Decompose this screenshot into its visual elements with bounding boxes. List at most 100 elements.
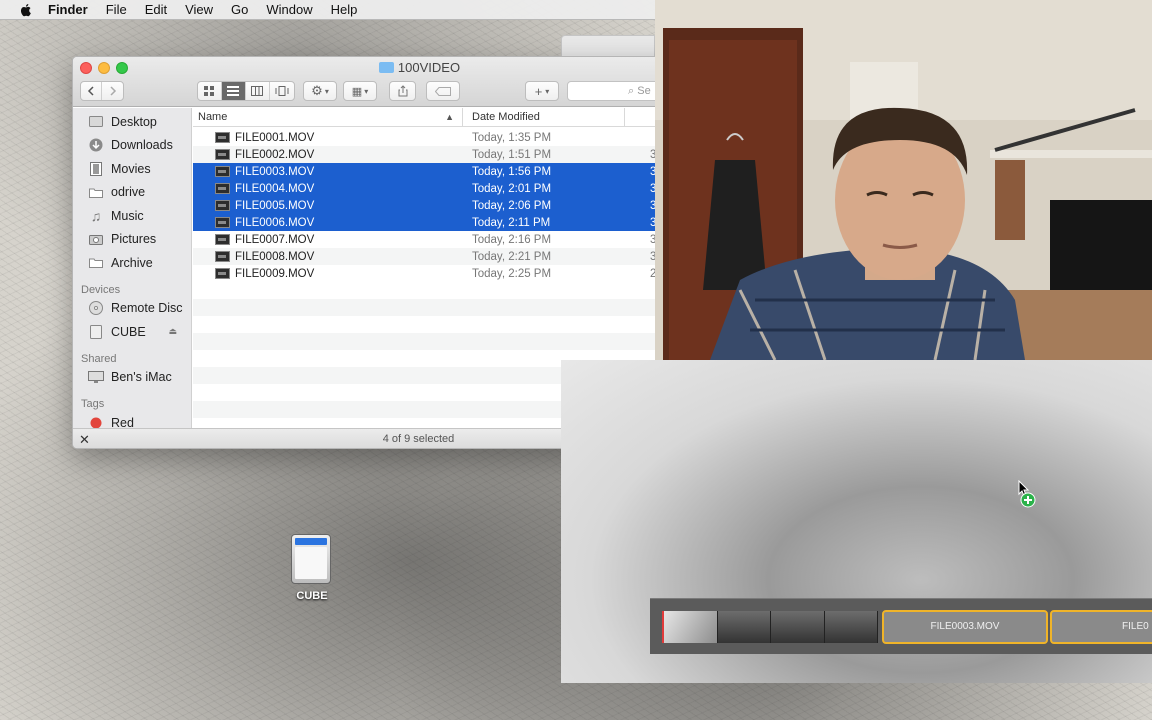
menu-finder[interactable]: Finder [48, 2, 88, 17]
file-date: Today, 2:11 PM [472, 216, 551, 229]
sd-card-icon [291, 534, 331, 584]
sidebar-item-label: Ben's iMac [111, 370, 172, 385]
chevron-right-icon [109, 86, 116, 96]
menu-help[interactable]: Help [331, 2, 358, 17]
column-header-name-label: Name [198, 111, 228, 123]
file-name: FILE0005.MOV [235, 199, 315, 212]
file-size: 3 [650, 216, 657, 229]
file-date: Today, 1:56 PM [472, 165, 552, 178]
timeline-clip[interactable]: FILE0 [1050, 610, 1152, 644]
downloads-icon [88, 138, 104, 152]
movie-file-icon [215, 149, 230, 160]
action-menu-button[interactable]: ⚙ ▾ [303, 81, 337, 101]
sidebar-header-tags[interactable]: Tags [73, 392, 191, 411]
clip-thumbnail [771, 611, 825, 643]
search-placeholder: Se [637, 85, 651, 97]
column-header-name[interactable]: Name ▲ [193, 108, 463, 126]
columns-icon [251, 86, 264, 96]
list-view-button[interactable] [221, 82, 247, 100]
new-item-button[interactable]: + ▾ [525, 81, 559, 101]
chevron-down-icon: ▾ [324, 86, 329, 96]
tag-icon [435, 86, 451, 96]
cover-flow-icon [275, 86, 289, 96]
file-date: Today, 2:25 PM [472, 267, 552, 280]
sidebar-item-tag-red[interactable]: Red [73, 411, 191, 428]
sidebar-item-odrive[interactable]: odrive [73, 181, 191, 205]
clip-thumbnails[interactable] [662, 611, 878, 643]
file-date: Today, 2:06 PM [472, 199, 552, 212]
eject-icon[interactable]: ⏏ [168, 326, 177, 337]
red-tag-dot-icon [88, 416, 104, 428]
column-header-date[interactable]: Date Modified [463, 108, 625, 126]
file-name: FILE0006.MOV [235, 216, 315, 229]
gear-icon: ⚙ [311, 83, 323, 98]
sidebar-item-cube[interactable]: CUBE ⏏ [73, 320, 191, 344]
close-icon[interactable]: ✕ [79, 429, 90, 448]
file-name-cell: FILE0002.MOV [193, 149, 463, 161]
music-icon: ♫ [90, 207, 102, 224]
sort-ascending-icon: ▲ [445, 112, 454, 122]
file-size: 2 [650, 267, 657, 280]
sidebar-item-label: Red [111, 415, 134, 428]
sidebar-header-devices[interactable]: Devices [73, 278, 191, 297]
search-icon: ⌕ [628, 85, 635, 97]
menu-window[interactable]: Window [266, 2, 312, 17]
column-view-button[interactable] [246, 82, 270, 100]
file-name: FILE0009.MOV [235, 267, 315, 280]
sidebar-header-shared[interactable]: Shared [73, 347, 191, 366]
file-date: Today, 1:35 PM [472, 131, 552, 144]
file-name-cell: FILE0008.MOV [193, 251, 463, 263]
file-date: Today, 2:16 PM [472, 233, 552, 246]
sidebar-item-archive[interactable]: Archive [73, 251, 191, 275]
icon-view-button[interactable] [198, 82, 222, 100]
sidebar-item-label: Music [111, 208, 144, 223]
share-button[interactable] [389, 81, 416, 101]
share-icon [398, 85, 407, 97]
sidebar-item-bens-imac[interactable]: Ben's iMac [73, 366, 191, 390]
movie-file-icon [215, 132, 230, 143]
sidebar-item-desktop[interactable]: Desktop [73, 110, 191, 134]
movie-file-icon [215, 200, 230, 211]
file-name-cell: FILE0004.MOV [193, 183, 463, 195]
sidebar-item-movies[interactable]: Movies [73, 157, 191, 181]
sidebar-item-label: Archive [111, 255, 153, 270]
file-size: 3 [650, 199, 657, 212]
desktop-volume-cube[interactable]: CUBE [288, 534, 336, 602]
back-button[interactable] [81, 82, 103, 100]
movie-file-icon [215, 251, 230, 262]
file-size: 3 [650, 250, 657, 263]
cover-flow-button[interactable] [270, 82, 294, 100]
movie-file-icon [215, 234, 230, 245]
sidebar-item-downloads[interactable]: Downloads [73, 134, 191, 158]
sidebar-item-label: Downloads [111, 138, 173, 153]
forward-button[interactable] [102, 82, 123, 100]
menu-view[interactable]: View [185, 2, 213, 17]
menu-go[interactable]: Go [231, 2, 248, 17]
file-name-cell: FILE0003.MOV [193, 166, 463, 178]
sidebar-item-label: Desktop [111, 114, 157, 129]
sidebar-item-label: CUBE [111, 324, 146, 339]
tag-button[interactable] [426, 81, 460, 101]
view-mode-control [197, 81, 295, 101]
background-window[interactable] [561, 35, 655, 57]
arrange-grid-icon: ▦ [351, 85, 363, 98]
arrange-menu-button[interactable]: ▦ ▾ [343, 81, 377, 101]
movie-file-icon [215, 183, 230, 194]
clip-thumbnail [717, 611, 771, 643]
file-name: FILE0001.MOV [235, 131, 315, 144]
sidebar-item-pictures[interactable]: Pictures [73, 228, 191, 252]
menu-edit[interactable]: Edit [145, 2, 167, 17]
menu-file[interactable]: File [106, 2, 127, 17]
drag-copy-cursor-icon [1018, 480, 1036, 508]
file-size: 3 [650, 165, 657, 178]
apple-icon[interactable] [18, 2, 34, 18]
file-name: FILE0003.MOV [235, 165, 315, 178]
pictures-icon [88, 232, 104, 246]
sidebar-item-music[interactable]: ♫ Music [73, 204, 191, 228]
chevron-down-icon: ▾ [364, 86, 369, 96]
sidebar-item-remote-disc[interactable]: Remote Disc [73, 297, 191, 321]
timeline-clip[interactable]: FILE0003.MOV [882, 610, 1048, 644]
file-name-cell: FILE0006.MOV [193, 217, 463, 229]
plus-icon: + [534, 83, 543, 99]
file-date: Today, 2:21 PM [472, 250, 552, 263]
